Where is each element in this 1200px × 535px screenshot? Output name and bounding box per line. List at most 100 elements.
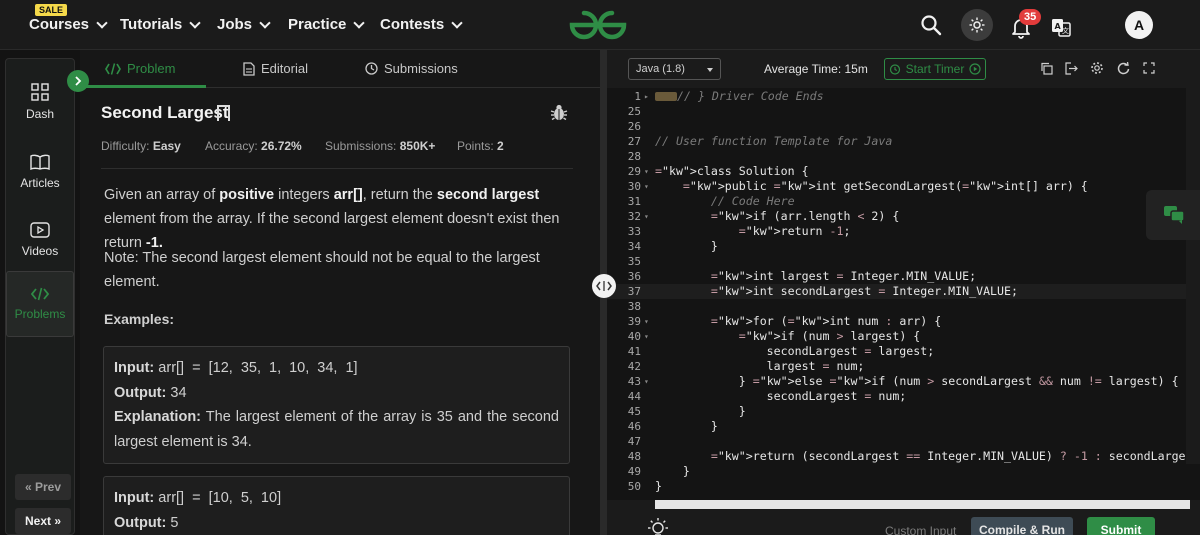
nav-jobs[interactable]: Jobs bbox=[217, 16, 271, 33]
code-line[interactable]: 39 ▾ ="kw">for (="kw">int num : arr) { bbox=[607, 314, 1200, 329]
prev-button[interactable]: « Prev bbox=[15, 474, 71, 500]
code-line[interactable]: 43 ▾ } ="kw">else ="kw">if (num > secondL… bbox=[607, 374, 1200, 389]
code-line[interactable]: 45 } bbox=[607, 404, 1200, 419]
nav-practice[interactable]: Practice bbox=[288, 16, 366, 33]
language-select[interactable]: Java (1.8) bbox=[628, 58, 721, 80]
code-line[interactable]: 40 ▾ ="kw">if (num > largest) { bbox=[607, 329, 1200, 344]
copy-icon[interactable] bbox=[1038, 60, 1054, 76]
code-text: } bbox=[655, 479, 662, 493]
sidebar-item-videos[interactable]: Videos bbox=[6, 207, 74, 273]
fold-toggle-icon[interactable]: ▾ bbox=[644, 164, 649, 179]
fullscreen-icon[interactable] bbox=[1141, 60, 1157, 76]
submit-button[interactable]: Submit bbox=[1087, 517, 1155, 535]
submissions-label: Submissions: bbox=[325, 139, 397, 153]
vertical-scrollbar[interactable] bbox=[1186, 50, 1200, 464]
code-line[interactable]: 26 bbox=[607, 119, 1200, 134]
horizontal-scrollbar[interactable] bbox=[655, 500, 1190, 509]
code-line[interactable]: 49 } bbox=[607, 464, 1200, 479]
code-line[interactable]: 27 // User function Template for Java bbox=[607, 134, 1200, 149]
nav-practice-label: Practice bbox=[288, 16, 347, 33]
sidebar-item-dash[interactable]: Dash bbox=[6, 69, 74, 135]
sidebar-item-label: Articles bbox=[20, 176, 60, 190]
tab-label: Problem bbox=[127, 61, 176, 76]
theme-toggle-sun-icon[interactable] bbox=[961, 9, 993, 41]
code-line[interactable]: 30 ▾ ="kw">public ="kw">int getSecondLarg… bbox=[607, 179, 1200, 194]
nav-jobs-label: Jobs bbox=[217, 16, 253, 33]
sidebar-item-articles[interactable]: Articles bbox=[6, 139, 74, 205]
chevron-down-icon bbox=[451, 16, 463, 29]
play-circle-icon bbox=[969, 63, 981, 75]
fold-toggle-icon[interactable]: ▾ bbox=[644, 209, 649, 224]
code-line[interactable]: 1 ▸ // } Driver Code Ends bbox=[607, 89, 1200, 104]
resize-handle-icon[interactable] bbox=[592, 274, 616, 298]
line-number: 39 bbox=[627, 315, 641, 328]
code-line[interactable]: 47 bbox=[607, 434, 1200, 449]
reset-icon[interactable] bbox=[1115, 60, 1131, 76]
code-line[interactable]: 33 ="kw">return -1; bbox=[607, 224, 1200, 239]
code-line[interactable]: 28 bbox=[607, 149, 1200, 164]
line-number: 46 bbox=[627, 420, 641, 433]
code-line[interactable]: 37 ="kw">int secondLargest = Integer.MIN… bbox=[607, 284, 1200, 299]
line-number: 40 bbox=[627, 330, 641, 343]
svg-text:文: 文 bbox=[1062, 26, 1069, 35]
code-line[interactable]: 38 bbox=[607, 299, 1200, 314]
nav-contests[interactable]: Contests bbox=[380, 16, 463, 33]
code-line[interactable]: 32 ▾ ="kw">if (arr.length < 2) { bbox=[607, 209, 1200, 224]
code-line[interactable]: 35 bbox=[607, 254, 1200, 269]
start-timer-button[interactable]: Start Timer bbox=[884, 58, 986, 80]
nav-tutorials[interactable]: Tutorials bbox=[120, 16, 201, 33]
line-number: 25 bbox=[627, 105, 641, 118]
chevron-down-icon bbox=[259, 16, 271, 29]
fold-toggle-icon[interactable]: ▾ bbox=[644, 179, 649, 194]
code-line[interactable]: 42 largest = num; bbox=[607, 359, 1200, 374]
fold-toggle-icon[interactable]: ▾ bbox=[644, 314, 649, 329]
report-bug-icon[interactable] bbox=[550, 103, 568, 121]
divider bbox=[101, 168, 573, 169]
fold-toggle-icon[interactable]: ▾ bbox=[644, 329, 649, 344]
code-line[interactable]: 25 bbox=[607, 104, 1200, 119]
code-line[interactable]: 34 } bbox=[607, 239, 1200, 254]
folded-code-badge[interactable] bbox=[655, 92, 677, 101]
lightbulb-icon[interactable] bbox=[645, 516, 671, 535]
code-line[interactable]: 48 ="kw">return (secondLargest == Intege… bbox=[607, 449, 1200, 464]
export-icon[interactable] bbox=[1063, 60, 1079, 76]
gfg-logo-icon[interactable] bbox=[566, 8, 630, 42]
custom-input-link[interactable]: Custom Input bbox=[885, 524, 956, 535]
code-editor[interactable]: 1 ▸ // } Driver Code Ends 25 26 27 // User fun… bbox=[607, 88, 1200, 500]
example-box: Input: arr[] = [12, 35, 1, 10, 34, 1] Ou… bbox=[103, 346, 570, 464]
translate-icon[interactable]: A文 bbox=[1045, 11, 1077, 43]
search-icon[interactable] bbox=[915, 9, 947, 41]
code-line[interactable]: 44 secondLargest = num; bbox=[607, 389, 1200, 404]
collapse-sidebar-button[interactable] bbox=[67, 70, 89, 92]
user-avatar[interactable]: A bbox=[1125, 11, 1153, 39]
fold-toggle-icon[interactable]: ▾ bbox=[644, 374, 649, 389]
next-button[interactable]: Next » bbox=[15, 508, 71, 534]
code-line[interactable]: 29 ▾ ="kw">class Solution { bbox=[607, 164, 1200, 179]
points-value: 2 bbox=[497, 139, 504, 153]
line-number: 33 bbox=[627, 225, 641, 238]
code-line[interactable]: 41 secondLargest = largest; bbox=[607, 344, 1200, 359]
code-icon bbox=[31, 287, 49, 301]
code-editor-panel: Java (1.8) Average Time: 15m Start Timer… bbox=[607, 50, 1200, 535]
code-text: largest = num; bbox=[655, 359, 865, 373]
fold-toggle-icon[interactable]: ▸ bbox=[644, 89, 649, 104]
nav-tutorials-label: Tutorials bbox=[120, 16, 183, 33]
code-line[interactable]: 46 } bbox=[607, 419, 1200, 434]
tab-editorial[interactable]: Editorial bbox=[243, 61, 308, 76]
code-text: ="kw">return -1; bbox=[738, 224, 851, 238]
chat-icon[interactable] bbox=[1146, 190, 1200, 240]
sidebar-item-problems[interactable]: Problems bbox=[6, 271, 74, 337]
settings-gear-icon[interactable] bbox=[1089, 60, 1105, 76]
code-text: ="kw">return (secondLargest == Integer.M… bbox=[710, 449, 1200, 463]
nav-courses[interactable]: Courses bbox=[29, 16, 108, 33]
code-line[interactable]: 31 // Code Here bbox=[607, 194, 1200, 209]
code-line[interactable]: 50} bbox=[607, 479, 1200, 494]
submissions-value: 850K+ bbox=[399, 139, 436, 153]
tab-submissions[interactable]: Submissions bbox=[365, 61, 458, 76]
points-label: Points: bbox=[457, 139, 494, 153]
bookmark-icon[interactable] bbox=[217, 105, 230, 127]
line-number: 38 bbox=[627, 300, 641, 313]
tab-problem[interactable]: Problem bbox=[105, 61, 175, 76]
code-line[interactable]: 36 ="kw">int largest = Integer.MIN_VALUE… bbox=[607, 269, 1200, 284]
compile-run-button[interactable]: Compile & Run bbox=[971, 517, 1073, 535]
